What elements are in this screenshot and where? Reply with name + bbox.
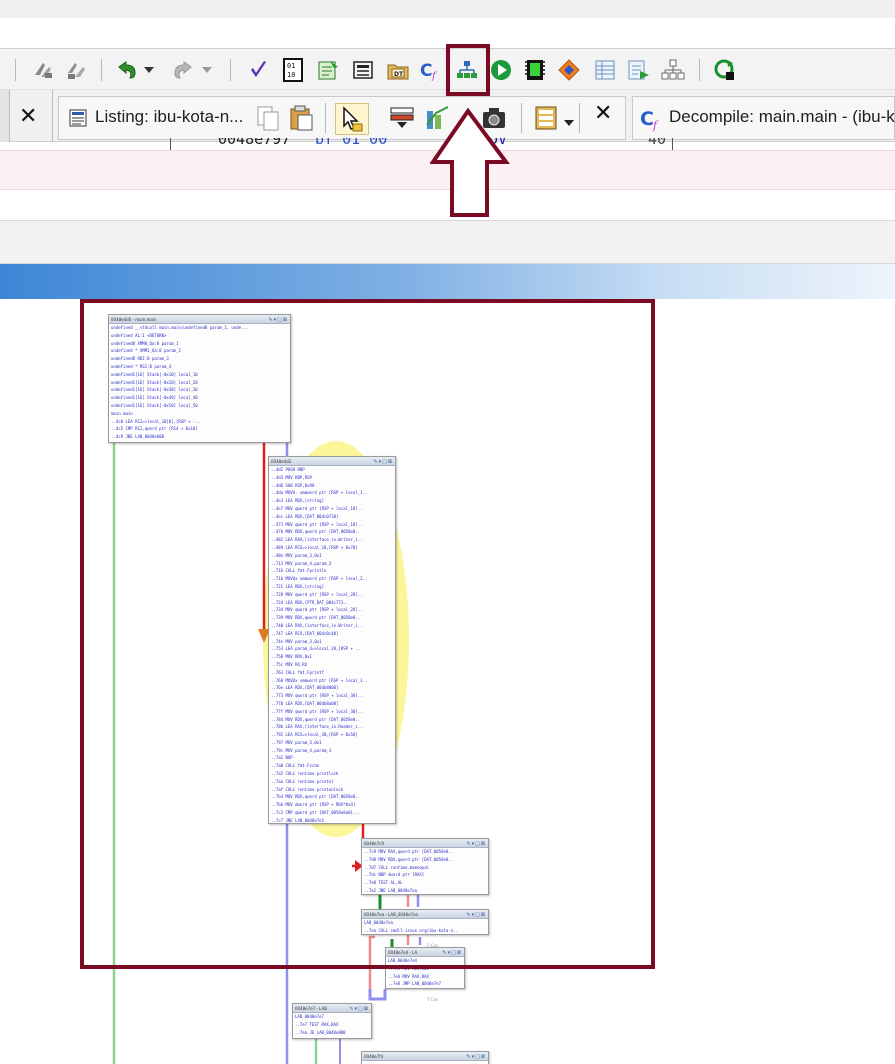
left-panel-edge [0, 90, 10, 142]
cursor-tool-button[interactable] [335, 103, 369, 135]
layout-dropdown-icon[interactable] [563, 113, 575, 132]
edge-b5-loop [368, 989, 387, 1001]
tab-separator [325, 103, 326, 133]
symbol-icon[interactable] [556, 57, 582, 83]
forward-icon[interactable] [63, 57, 89, 83]
peek-bytes: bf 01 00 [315, 138, 388, 148]
code-line[interactable]: ..7e8 JMP LAB_0048e7e7 [386, 980, 464, 988]
refresh-icon[interactable] [712, 57, 738, 83]
code-block-title: 0048e7f4 [364, 1054, 384, 1059]
code-line[interactable]: ..7ea JE LAB_0048e800 [293, 1029, 371, 1037]
svg-text:10: 10 [287, 71, 295, 79]
svg-text:C: C [640, 108, 654, 130]
tab-separator [521, 103, 522, 133]
memory-map-icon[interactable] [350, 57, 376, 83]
code-block-next[interactable]: 0048e7f4 ✎▾□⊠ [361, 1051, 489, 1064]
code-line[interactable]: ..7e7 TEST RAX,RAX [293, 1021, 371, 1029]
code-block-header[interactable]: 0048e7f4 ✎▾□⊠ [362, 1052, 488, 1061]
listing-icon [69, 109, 87, 131]
svg-text:f: f [652, 119, 659, 132]
tree-icon[interactable] [660, 57, 686, 83]
code-block-title: 0048e7e7 - LAB [295, 1006, 327, 1011]
svg-text:DT: DT [394, 71, 404, 78]
tab-separator [579, 103, 580, 133]
decompile-tab-bar: Cf Decompile: main.main - (ibu-k [632, 96, 895, 140]
graph-title-bar [0, 264, 895, 299]
code-block-test[interactable]: 0048e7e7 - LAB ✎▾□⊠ LAB_0048e7e7 ..7e7 TES… [292, 1003, 372, 1039]
redo-icon[interactable] [170, 57, 196, 83]
code-block-header[interactable]: 0048e7e7 - LAB ✎▾□⊠ [293, 1004, 371, 1013]
script-icon[interactable] [315, 57, 341, 83]
listing-column-divider [170, 138, 171, 150]
layout-icon[interactable] [533, 105, 559, 135]
program-icon[interactable] [522, 57, 548, 83]
annotation-highlight-frame [80, 299, 655, 969]
svg-text:C: C [420, 61, 432, 81]
panel-divider [52, 90, 53, 142]
toolbar-separator [230, 59, 231, 81]
annotation-up-arrow [430, 108, 510, 217]
block-controls-icon[interactable]: ✎▾□⊠ [466, 1053, 486, 1060]
code-block-lines: LAB_0048e7e7 ..7e7 TEST RAX,RAX ..7ea JE L… [293, 1013, 371, 1036]
table-icon[interactable] [592, 57, 618, 83]
toolbar-separator [101, 59, 102, 81]
graph-panel-header [0, 220, 895, 264]
peek-address: 0048e797 [218, 138, 291, 148]
close-panel-button[interactable]: ✕ [19, 104, 37, 129]
code-line[interactable]: LAB_0048e7e7 [293, 1013, 371, 1021]
listing-close-button[interactable]: ✕ [594, 101, 612, 126]
decompile-column-divider [672, 138, 673, 150]
export-icon[interactable] [626, 57, 652, 83]
check-icon[interactable] [245, 57, 271, 83]
decompile-icon[interactable]: Cf [418, 57, 444, 83]
undo-dropdown-icon[interactable] [141, 57, 157, 83]
svg-text:f: f [431, 71, 438, 81]
decompile-tab-icon: Cf [639, 106, 665, 136]
bytes-icon[interactable]: 01 10 [280, 57, 306, 83]
peek-line-number: 40 [648, 138, 667, 148]
reverse-icon[interactable] [30, 57, 56, 83]
block-controls-icon[interactable]: ✎▾□⊠ [349, 1005, 369, 1012]
toolbar-separator [699, 59, 700, 81]
field-layout-icon[interactable] [389, 105, 415, 135]
svg-text:01: 01 [287, 62, 295, 70]
listing-tab-bar: Listing: ibu-kota-n... ✕ [58, 96, 626, 140]
undo-icon[interactable] [114, 57, 140, 83]
data-type-icon[interactable]: DT [385, 57, 411, 83]
copy-icon[interactable] [255, 105, 281, 135]
annotation-toolbar-box [446, 44, 490, 96]
run-icon[interactable] [488, 57, 514, 83]
decompile-tab-title[interactable]: Decompile: main.main - (ibu-k [669, 107, 895, 127]
redo-dropdown-icon[interactable] [199, 57, 215, 83]
toolbar-separator [15, 59, 16, 81]
top-strip [0, 0, 895, 18]
paste-icon[interactable] [289, 105, 315, 135]
edge-label-true: T-Can [426, 997, 439, 1002]
code-line[interactable]: ..7e6 MOV RAX,RAX [386, 973, 464, 981]
listing-tab-title[interactable]: Listing: ibu-kota-n... [95, 107, 243, 127]
